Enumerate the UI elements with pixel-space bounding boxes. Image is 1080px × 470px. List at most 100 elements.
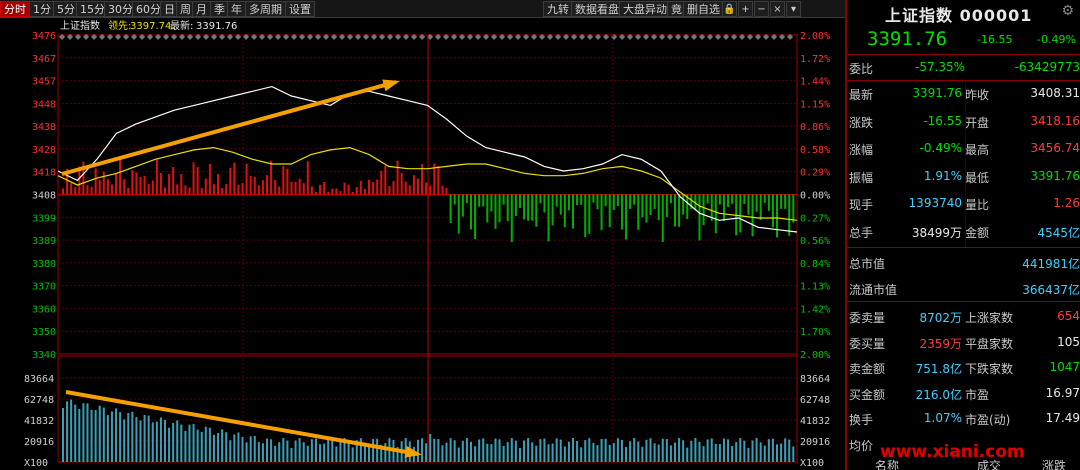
price-tick-label: 3399	[32, 213, 56, 224]
close-icon[interactable]: ×	[770, 1, 785, 17]
volume-bar	[347, 440, 350, 462]
volume-bar	[115, 408, 118, 462]
volume-bar	[323, 443, 326, 462]
breadth-bar-down	[498, 194, 501, 223]
breadth-bar-up	[270, 160, 273, 195]
breadth-bar-down	[669, 194, 672, 204]
breadth-bar-up	[115, 173, 118, 195]
top-marker: ◆	[283, 32, 290, 41]
lock-icon[interactable]: 🔒	[722, 1, 737, 17]
market-value-label: 流通市值	[849, 283, 898, 297]
quote-label: 开盘	[965, 115, 990, 130]
breadth-bar-down	[629, 194, 632, 209]
toolbar-right-button[interactable]: 大盘异动	[619, 1, 671, 17]
market-value-label: 总市值	[849, 257, 886, 271]
top-marker: ◆	[603, 32, 610, 41]
breadth-bar-down	[527, 194, 530, 221]
toolbar-button[interactable]: 设置	[285, 1, 315, 17]
top-marker: ◆	[395, 32, 402, 41]
volume-bar	[698, 441, 701, 462]
volume-bar	[649, 438, 652, 462]
volume-bar	[359, 438, 362, 462]
volume-bar	[233, 434, 236, 462]
breadth-bar-up	[204, 178, 207, 195]
breadth-bar-up	[147, 183, 150, 195]
volume-bar	[718, 444, 721, 462]
toolbar-right-button[interactable]: 数据看盘	[571, 1, 623, 17]
volume-tick-label: X100	[800, 458, 824, 469]
volume-bar	[437, 439, 440, 462]
volume-bar	[164, 419, 166, 462]
volume-bar	[486, 443, 489, 462]
depth-value: 17.49	[1045, 411, 1080, 425]
quote-label: 涨跌	[849, 115, 874, 130]
breadth-bar-down	[482, 194, 485, 207]
toolbar-button[interactable]: 1分	[29, 1, 55, 17]
volume-bar	[767, 439, 770, 462]
breadth-bar-down	[759, 194, 762, 221]
volume-bar	[678, 438, 681, 462]
top-marker: ◆	[107, 32, 114, 41]
volume-bar	[123, 419, 126, 462]
breadth-bar-up	[180, 173, 183, 195]
plus-icon[interactable]: +	[738, 1, 753, 17]
volume-bar	[70, 399, 73, 462]
quote-value: 3418.16	[1030, 113, 1080, 128]
breadth-bar-down	[523, 194, 526, 220]
pct-tick-label: 0.27%	[800, 213, 830, 224]
quote-value: 1.91%	[923, 168, 962, 183]
breadth-bar-down	[678, 194, 681, 227]
top-marker: ◆	[355, 32, 362, 41]
volume-bar	[596, 445, 599, 462]
breadth-bar-up	[314, 192, 317, 195]
toolbar-right-button[interactable]: 九转	[543, 1, 573, 17]
volume-bar	[616, 438, 619, 462]
volume-bar	[498, 439, 501, 462]
volume-bar	[665, 439, 668, 462]
breadth-bar-down	[474, 194, 477, 240]
toolbar-button[interactable]: 月	[192, 1, 211, 17]
depth-label: 下跌家数	[965, 362, 1014, 376]
toolbar-right-button[interactable]: 删自选	[683, 1, 724, 17]
depth-label: 委卖量	[849, 311, 886, 325]
breadth-bar-up	[196, 167, 199, 195]
breadth-bar-down	[510, 194, 513, 243]
breadth-bar-down	[661, 194, 664, 242]
breadth-bar-down	[653, 194, 656, 210]
volume-bar	[625, 447, 628, 462]
toolbar-button[interactable]: 多周期	[245, 1, 286, 17]
volume-bar	[759, 442, 762, 462]
breadth-bar-up	[184, 185, 187, 195]
top-marker: ◆	[331, 32, 338, 41]
breadth-bar-up	[278, 186, 281, 195]
volume-bar	[147, 415, 150, 462]
menu-down-icon[interactable]: ▾	[786, 1, 801, 17]
gear-icon[interactable]: ⚙	[1061, 3, 1074, 19]
top-marker: ◆	[467, 32, 474, 41]
breadth-bar-down	[572, 194, 574, 229]
price-tick-label: 3350	[32, 327, 56, 338]
breadth-bar-up	[388, 186, 391, 195]
volume-bar	[306, 445, 309, 462]
volume-bar	[253, 436, 256, 462]
volume-bar	[669, 445, 672, 462]
breadth-bar-up	[151, 180, 154, 195]
toolbar-button[interactable]: 分时	[0, 1, 30, 17]
intraday-chart[interactable]: 3476 2.00% 3467 1.72% 3457 1.44% 3448 1.15% 3438…	[0, 18, 845, 470]
top-marker: ◆	[171, 32, 178, 41]
top-marker: ◆	[739, 32, 746, 41]
breadth-bar-down	[478, 194, 481, 207]
breadth-bar-down	[531, 194, 534, 221]
top-marker: ◆	[211, 32, 218, 41]
price-tick-label: 3467	[32, 54, 56, 65]
toolbar-button[interactable]: 年	[227, 1, 246, 17]
volume-bar	[792, 446, 795, 462]
top-marker: ◆	[155, 32, 162, 41]
volume-bar	[518, 447, 521, 462]
volume-bar	[319, 444, 322, 462]
minus-icon[interactable]: −	[754, 1, 769, 17]
breadth-bar-down	[608, 194, 611, 228]
breadth-bar-up	[372, 181, 375, 195]
volume-tick-label: 20916	[800, 437, 830, 448]
volume-bar	[731, 445, 734, 462]
